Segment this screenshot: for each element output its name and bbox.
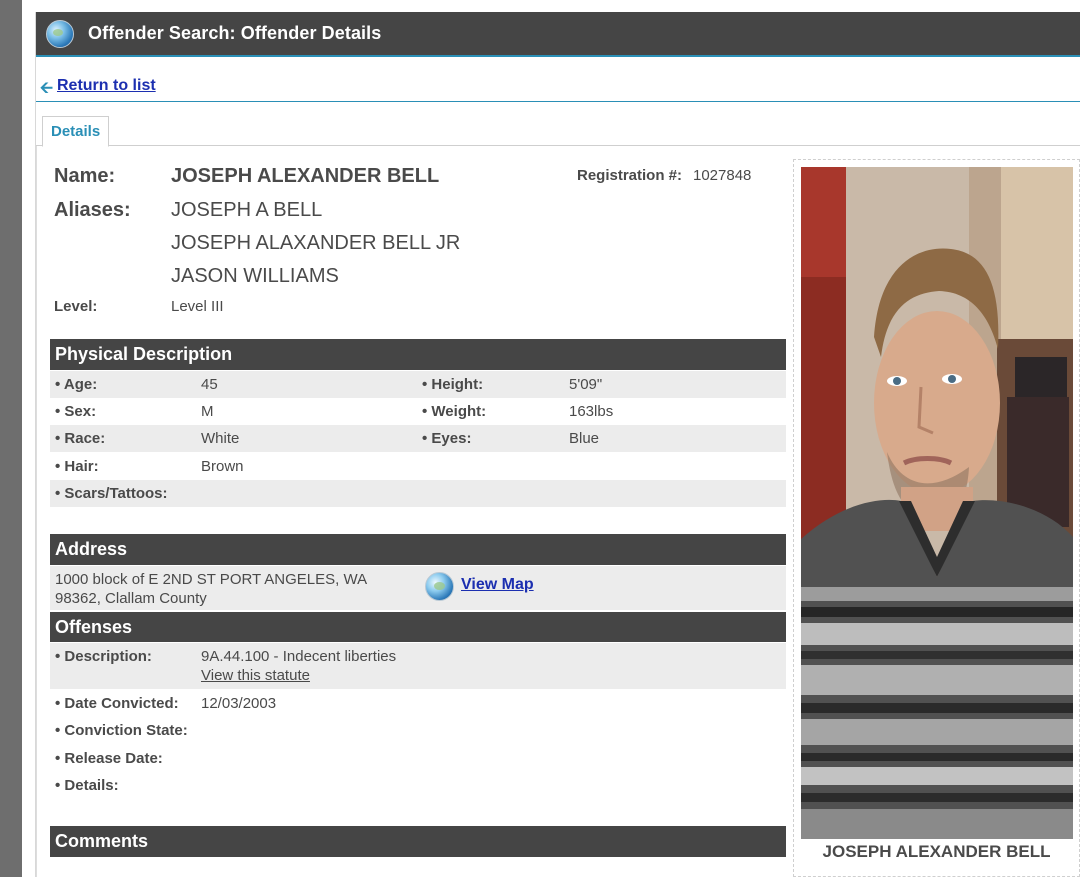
alias-item: JOSEPH ALAXANDER BELL JR — [171, 232, 461, 254]
alias-item: JOSEPH A BELL — [171, 199, 323, 221]
return-row: 🡨 Return to list — [36, 74, 1080, 102]
comments-header: Comments — [50, 826, 786, 857]
level-value: Level III — [171, 298, 224, 315]
physical-row: • Sex: M • Weight: 163lbs — [50, 398, 786, 425]
hair-value: Brown — [201, 458, 244, 475]
height-value: 5'09" — [569, 376, 603, 393]
age-label: • Age: — [55, 376, 98, 393]
race-label: • Race: — [55, 430, 106, 447]
release-date-label: • Release Date: — [55, 750, 163, 767]
view-statute-link[interactable]: View this statute — [201, 667, 310, 684]
alias-item: JASON WILLIAMS — [171, 265, 339, 287]
level-label: Level: — [54, 298, 98, 315]
physical-row: • Hair: Brown — [50, 453, 786, 480]
sex-label: • Sex: — [55, 403, 97, 420]
address-line-1: 1000 block of E 2ND ST PORT ANGELES, WA — [55, 571, 368, 588]
physical-row: • Race: White • Eyes: Blue — [50, 425, 786, 452]
date-convicted-value: 12/03/2003 — [201, 695, 277, 712]
globe-icon — [46, 19, 74, 48]
eyes-value: Blue — [569, 430, 600, 447]
sex-value: M — [201, 403, 214, 420]
eyes-label: • Eyes: — [422, 430, 472, 447]
address-header: Address — [50, 534, 786, 565]
page-titlebar: Offender Search: Offender Details — [36, 12, 1080, 57]
address-row: 1000 block of E 2ND ST PORT ANGELES, WA … — [50, 566, 786, 610]
return-to-list-link[interactable]: Return to list — [57, 77, 156, 95]
registration-number: 1027848 — [693, 167, 752, 184]
scars-tattoos-label: • Scars/Tattoos: — [55, 485, 168, 502]
name-label: Name: — [54, 165, 116, 187]
page-title: Offender Search: Offender Details — [88, 23, 382, 43]
details-panel: Name: JOSEPH ALEXANDER BELL Registration… — [36, 146, 1080, 877]
view-map-link[interactable]: View Map — [461, 576, 534, 594]
left-gutter — [0, 0, 22, 877]
page-frame — [22, 0, 36, 877]
height-label: • Height: — [422, 376, 484, 393]
race-value: White — [201, 430, 240, 447]
date-convicted-row: • Date Convicted: 12/03/2003 — [50, 690, 786, 717]
physical-row: • Scars/Tattoos: — [50, 480, 786, 507]
offenses-header: Offenses — [50, 612, 786, 642]
offender-photo — [801, 167, 1073, 839]
tab-bar: Details — [36, 114, 1080, 147]
offender-name: JOSEPH ALEXANDER BELL — [171, 165, 440, 187]
details-row: • Details: — [50, 772, 786, 799]
offense-description-row: • Description: 9A.44.100 - Indecent libe… — [50, 643, 786, 689]
physical-description-header: Physical Description — [50, 339, 786, 370]
description-value: 9A.44.100 - Indecent liberties — [201, 648, 397, 665]
weight-value: 163lbs — [569, 403, 614, 420]
hair-label: • Hair: — [55, 458, 99, 475]
conviction-state-row: • Conviction State: — [50, 717, 786, 744]
registration-label: Registration #: — [577, 167, 683, 184]
age-value: 45 — [201, 376, 218, 393]
map-globe-icon[interactable] — [425, 572, 454, 601]
address-line-2: 98362, Clallam County — [55, 590, 207, 607]
aliases-label: Aliases: — [54, 199, 131, 221]
conviction-state-label: • Conviction State: — [55, 722, 188, 739]
date-convicted-label: • Date Convicted: — [55, 695, 179, 712]
details-label: • Details: — [55, 777, 119, 794]
physical-row: • Age: 45 • Height: 5'09" — [50, 371, 786, 398]
back-arrow-icon[interactable]: 🡨 — [40, 77, 53, 104]
description-label: • Description: — [55, 648, 152, 665]
release-date-row: • Release Date: — [50, 745, 786, 772]
weight-label: • Weight: — [422, 403, 487, 420]
photo-frame: JOSEPH ALEXANDER BELL — [793, 159, 1080, 877]
tab-details[interactable]: Details — [42, 116, 110, 147]
photo-caption: JOSEPH ALEXANDER BELL — [822, 842, 1051, 861]
